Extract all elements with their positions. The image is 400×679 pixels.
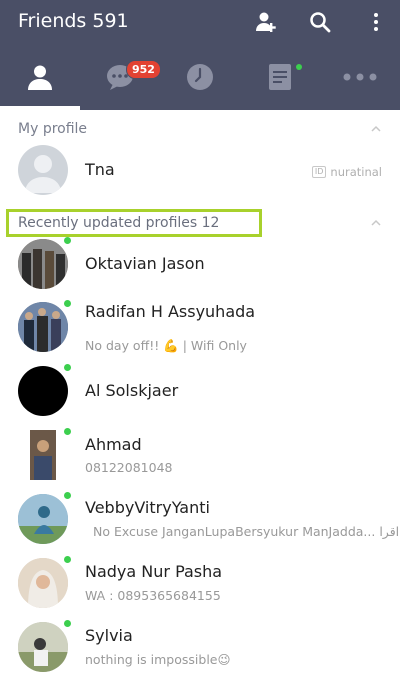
avatar bbox=[30, 430, 56, 480]
tab-friends[interactable] bbox=[0, 44, 80, 110]
friend-name: Radifan H Assyuhada bbox=[85, 302, 256, 321]
avatar bbox=[18, 239, 68, 289]
my-profile-header[interactable]: My profile bbox=[0, 114, 400, 144]
document-icon bbox=[269, 64, 291, 90]
avatar bbox=[18, 494, 68, 544]
more-horizontal-icon bbox=[343, 73, 377, 81]
page-title: Friends 591 bbox=[18, 10, 129, 32]
new-indicator-dot bbox=[296, 64, 302, 70]
online-indicator bbox=[64, 620, 71, 627]
profile-name: Tna bbox=[85, 160, 115, 179]
friend-row[interactable]: VebbyVitryYanti No Excuse JanganLupaBers… bbox=[0, 492, 400, 546]
add-friend-icon[interactable] bbox=[252, 8, 280, 36]
search-icon[interactable] bbox=[306, 8, 334, 36]
friend-name: Ahmad bbox=[85, 435, 142, 454]
friend-row[interactable]: Sylvia nothing is impossible😉 bbox=[0, 620, 400, 674]
avatar bbox=[18, 302, 68, 352]
avatar bbox=[18, 366, 68, 416]
section-label: My profile bbox=[18, 121, 88, 137]
friend-name: Al Solskjaer bbox=[85, 381, 179, 400]
friend-name: Oktavian Jason bbox=[85, 254, 205, 273]
friend-status: No day off!! 💪 | Wifi Only bbox=[85, 338, 247, 353]
id-value: nuratinal bbox=[330, 165, 382, 179]
tab-more[interactable] bbox=[320, 44, 400, 110]
tab-timeline[interactable] bbox=[160, 44, 240, 110]
online-indicator bbox=[64, 237, 71, 244]
profile-id: ID nuratinal bbox=[311, 165, 382, 179]
avatar bbox=[18, 558, 68, 608]
friend-row[interactable]: Ahmad 08122081048 bbox=[0, 428, 400, 482]
friend-status: No Excuse JanganLupaBersyukur ManJadda..… bbox=[93, 524, 400, 539]
highlight-box bbox=[6, 209, 262, 237]
friend-row[interactable]: Al Solskjaer bbox=[0, 364, 400, 418]
friend-row[interactable]: Nadya Nur Pasha WA : 0895365684155 bbox=[0, 556, 400, 610]
avatar bbox=[18, 145, 68, 195]
online-indicator bbox=[64, 364, 71, 371]
friend-status: nothing is impossible😉 bbox=[85, 652, 231, 667]
friend-row[interactable]: Radifan H Assyuhada No day off!! 💪 | Wif… bbox=[0, 300, 400, 354]
unread-badge: 952 bbox=[126, 60, 161, 79]
avatar bbox=[18, 622, 68, 672]
person-icon bbox=[28, 65, 52, 90]
friend-name: Sylvia bbox=[85, 626, 133, 645]
tab-news[interactable] bbox=[240, 44, 320, 110]
active-tab-indicator bbox=[0, 106, 80, 110]
top-bar: Friends 591 bbox=[0, 0, 400, 44]
clock-icon bbox=[187, 64, 213, 90]
friend-row[interactable]: Oktavian Jason bbox=[0, 237, 400, 291]
online-indicator bbox=[64, 300, 71, 307]
friend-status: WA : 0895365684155 bbox=[85, 588, 221, 603]
online-indicator bbox=[64, 492, 71, 499]
friend-name: Nadya Nur Pasha bbox=[85, 562, 223, 581]
friend-name: VebbyVitryYanti bbox=[85, 498, 210, 517]
friend-status: 08122081048 bbox=[85, 460, 173, 475]
tab-bar: 952 bbox=[0, 44, 400, 110]
online-indicator bbox=[64, 428, 71, 435]
chevron-up-icon bbox=[371, 219, 381, 226]
online-indicator bbox=[64, 556, 71, 563]
id-label: ID bbox=[311, 166, 327, 178]
more-vertical-icon[interactable] bbox=[362, 8, 390, 36]
chevron-up-icon bbox=[371, 125, 381, 132]
